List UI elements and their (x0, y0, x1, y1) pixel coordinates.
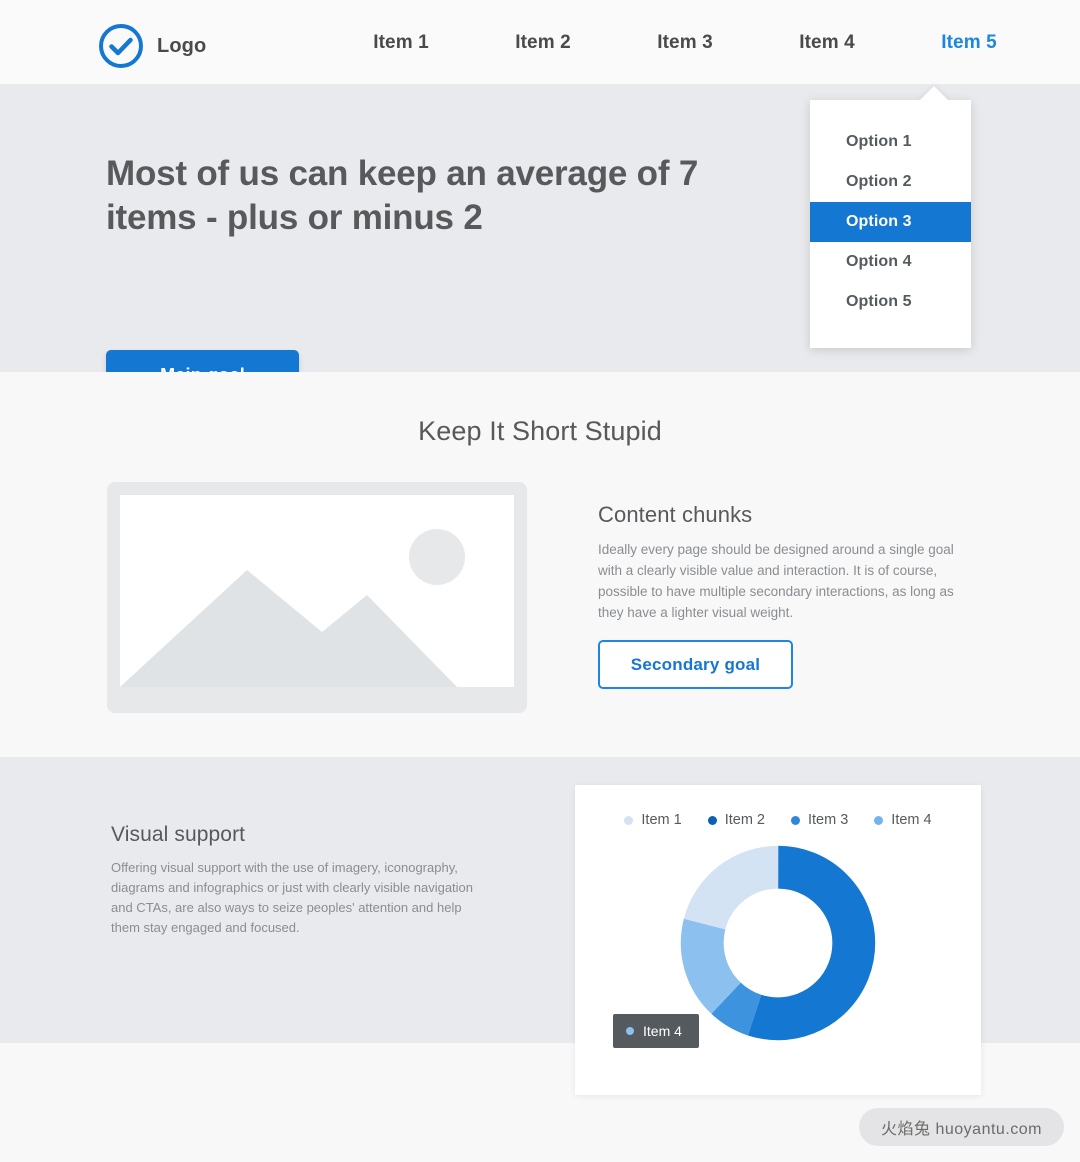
keep-it-short-section: Keep It Short Stupid Content chunks Idea… (0, 372, 1080, 757)
secondary-goal-button[interactable]: Secondary goal (598, 640, 793, 689)
legend-label: Item 4 (891, 812, 932, 828)
legend-item-2[interactable]: Item 2 (707, 812, 765, 828)
brand-name: Logo (157, 34, 207, 57)
nav-dropdown-menu: Option 1 Option 2 Option 3 Option 4 Opti… (810, 100, 971, 348)
image-placeholder-icon (107, 482, 527, 713)
legend-item-4[interactable]: Item 4 (874, 812, 932, 828)
nav-item-1[interactable]: Item 1 (330, 32, 472, 54)
visual-support-title: Visual support (111, 823, 246, 846)
check-circle-icon (98, 23, 144, 69)
dropdown-option-3[interactable]: Option 3 (810, 202, 971, 242)
chart-legend: Item 1 Item 2 Item 3 Item 4 (575, 812, 981, 828)
legend-dot-icon (624, 815, 634, 825)
legend-dot-icon (791, 815, 800, 825)
page-root: Logo Item 1 Item 2 Item 3 Item 4 Item 5 … (0, 0, 1080, 1162)
content-chunks-block: Content chunks Ideally every page should… (598, 502, 998, 624)
visual-support-block: Visual support Offering visual support w… (111, 823, 501, 939)
nav-item-3[interactable]: Item 3 (614, 32, 756, 54)
legend-label: Item 3 (808, 812, 849, 828)
nav-item-2[interactable]: Item 2 (472, 32, 614, 54)
legend-label: Item 2 (724, 812, 765, 828)
legend-dot-icon (874, 815, 884, 825)
dropdown-pointer-arrow (919, 86, 949, 101)
section-title: Keep It Short Stupid (418, 416, 662, 446)
tooltip-dot-icon (626, 1027, 634, 1035)
main-navigation: Item 1 Item 2 Item 3 Item 4 Item 5 (330, 0, 1040, 85)
nav-item-4[interactable]: Item 4 (756, 32, 898, 54)
dropdown-option-2[interactable]: Option 2 (810, 162, 971, 202)
visual-support-body: Offering visual support with the use of … (111, 860, 474, 936)
donut-chart-card: Item 1 Item 2 Item 3 Item 4 Item 4 (575, 785, 981, 1095)
donut-chart-svg[interactable] (678, 843, 878, 1043)
donut-slice-item-1 (680, 845, 876, 1041)
tooltip-label: Item 4 (643, 1023, 682, 1039)
brand-logo[interactable]: Logo (98, 23, 206, 69)
legend-label: Item 1 (641, 812, 682, 828)
chart-tooltip: Item 4 (613, 1014, 699, 1048)
legend-dot-icon (707, 815, 717, 825)
content-chunks-body: Ideally every page should be designed ar… (598, 542, 954, 620)
nav-item-5[interactable]: Item 5 (898, 32, 1040, 54)
watermark-badge: 火焰兔 huoyantu.com (859, 1108, 1064, 1146)
dropdown-option-4[interactable]: Option 4 (810, 242, 971, 282)
legend-item-1[interactable]: Item 1 (624, 812, 682, 828)
dropdown-option-1[interactable]: Option 1 (810, 122, 971, 162)
hero-headline: Most of us can keep an average of 7 item… (106, 154, 699, 238)
donut-chart: Item 4 (575, 843, 981, 1083)
dropdown-option-5[interactable]: Option 5 (810, 282, 971, 322)
site-header: Logo Item 1 Item 2 Item 3 Item 4 Item 5 (0, 0, 1080, 85)
legend-item-3[interactable]: Item 3 (791, 812, 848, 828)
content-chunks-title: Content chunks (598, 502, 753, 527)
